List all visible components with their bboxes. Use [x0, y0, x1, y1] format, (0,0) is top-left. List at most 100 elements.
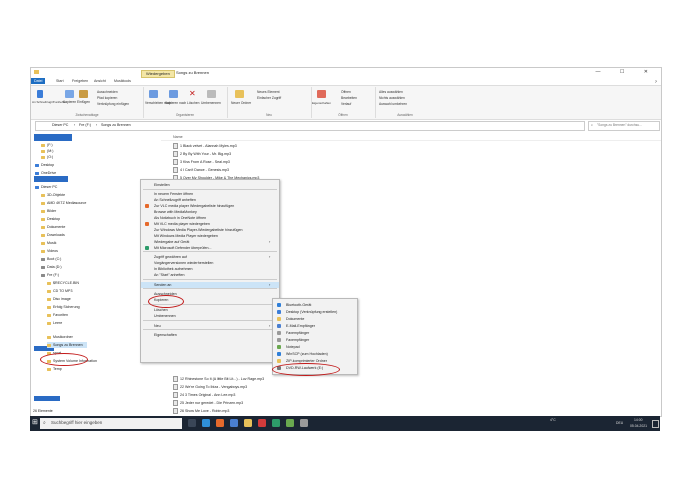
quick-access-toolbar[interactable]	[42, 70, 62, 74]
context-menu-item[interactable]: Eigenschaften	[141, 332, 274, 338]
tray-language[interactable]: DEU	[616, 421, 623, 425]
nav-item[interactable]: Desktop	[41, 216, 64, 222]
file-item[interactable]: 12 Rhinestone So It (A little Bit Lit...…	[173, 376, 264, 383]
app-icon[interactable]	[300, 419, 308, 427]
invert-selection-button[interactable]: Auswahl umkehren	[379, 102, 407, 106]
sendto-menu-item[interactable]: Faxempfänger	[273, 330, 354, 336]
copy-to-button[interactable]: Kopieren nach	[165, 101, 186, 105]
nav-item[interactable]: Fre (F:)	[41, 272, 63, 278]
nav-item[interactable]: (O:)	[41, 154, 57, 160]
help-icon[interactable]: ?	[655, 79, 657, 84]
properties-button[interactable]: Eigenschaften	[312, 101, 331, 105]
tab-musiktools[interactable]: Musiktools	[111, 78, 134, 84]
nav-item[interactable]: Bilder	[41, 208, 60, 214]
file-item[interactable]: 24 3 Times Original - Ann Lee.mp3	[173, 392, 235, 399]
file-item[interactable]: 4 I Can't Dance - Genesis.mp3	[173, 167, 229, 174]
rename-button[interactable]: Umbenennen	[201, 101, 221, 105]
sendto-menu-item[interactable]: E-Mail-Empfänger	[273, 323, 354, 329]
sendto-menu-item[interactable]: Faxempfänger	[273, 337, 354, 343]
cut-button[interactable]: Ausschneiden	[97, 90, 118, 94]
nav-item[interactable]: Videos	[41, 248, 62, 254]
pin-quick-access-button[interactable]: An Schnellzugriff anheften	[32, 100, 67, 104]
nav-item[interactable]: OneDrive	[35, 170, 60, 176]
select-none-button[interactable]: Nichts auswählen	[379, 96, 405, 100]
select-all-button[interactable]: Alles auswählen	[379, 90, 403, 94]
tab-datei[interactable]: Datei	[31, 78, 46, 84]
breadcrumb-songs[interactable]: Songs zu Brennen	[101, 123, 131, 128]
file-item[interactable]: 25 Jeder nur geredet - Die Prinzen.mp3	[173, 400, 243, 407]
windows-start-icon[interactable]: ⊞	[32, 419, 39, 427]
file-name: 1 Black velvet - Alannah Myles.mp3	[180, 144, 237, 148]
tab-start[interactable]: Start	[53, 78, 67, 84]
nav-item[interactable]: Musik	[41, 240, 60, 246]
nav-item[interactable]: Data (D:)	[41, 264, 66, 270]
nav-item[interactable]: AMD 4KTZ Mediasource	[41, 200, 90, 206]
nav-item[interactable]: Temp	[47, 366, 66, 372]
group-select: Alles auswählen Nichts auswählen Auswahl…	[375, 87, 435, 118]
nav-item[interactable]: Disc image	[47, 296, 75, 302]
copy-path-button[interactable]: Pfad kopieren	[97, 96, 117, 100]
nav-item[interactable]: Leere	[47, 320, 66, 326]
new-item-button[interactable]: Neues Element	[257, 90, 280, 94]
nav-item[interactable]: Favoriten	[47, 312, 72, 318]
nav-item[interactable]: Boot (C:)	[41, 256, 65, 262]
nav-item[interactable]: 3D-Objekte	[41, 192, 69, 198]
easy-access-button[interactable]: Einfacher Zugriff	[257, 96, 281, 100]
paste-link-button[interactable]: Verknüpfung einfügen	[97, 102, 129, 106]
sendto-menu-item[interactable]: Notepad	[273, 344, 354, 350]
paste-button[interactable]: Einfügen	[77, 100, 90, 104]
sendto-menu-item[interactable]: Bluetooth-Gerät	[273, 302, 354, 308]
open-button[interactable]: Öffnen	[341, 90, 351, 94]
nav-item[interactable]: Dieser PC	[35, 184, 61, 190]
delete-button[interactable]: Löschen	[187, 101, 199, 105]
folder-icon	[41, 225, 45, 229]
context-tab-wiedergeben[interactable]: Wiedergeben	[141, 70, 175, 78]
copy-button[interactable]: Kopieren	[63, 100, 76, 104]
edge-icon[interactable]	[202, 419, 210, 427]
nav-item[interactable]: Dokumente	[41, 224, 69, 230]
context-menu-item[interactable]: Umbenennen	[141, 313, 274, 319]
nav-item[interactable]: CD TO MP3	[47, 288, 76, 294]
folder-icon	[47, 281, 51, 285]
task-view-icon[interactable]	[188, 419, 196, 427]
history-button[interactable]: Verlauf	[341, 102, 351, 106]
tab-freigeben[interactable]: Freigeben	[69, 78, 91, 84]
breadcrumb-drive-f[interactable]: Fre (F:)	[79, 123, 91, 128]
tray-weather[interactable]: 4°C	[550, 418, 556, 422]
mail-icon[interactable]	[258, 419, 266, 427]
file-item[interactable]: 1 Black velvet - Alannah Myles.mp3	[173, 143, 237, 150]
firefox-icon[interactable]	[216, 419, 224, 427]
bluetooth-icon	[277, 303, 281, 307]
breadcrumb-dieser-pc[interactable]: Dieser PC	[52, 123, 68, 128]
app-icon[interactable]	[272, 419, 280, 427]
edit-button[interactable]: Bearbeiten	[341, 96, 357, 100]
nav-item[interactable]: Erfolg Sicherung	[47, 304, 84, 310]
tray-date[interactable]: 05.04.2021	[630, 424, 647, 428]
sendto-menu-item[interactable]: WinSCP (zum Hochladen)	[273, 351, 354, 357]
window-controls[interactable]: — ☐ ✕	[596, 70, 657, 75]
nav-item[interactable]: Songs zu Brennen	[47, 342, 87, 348]
search-box[interactable]: ⌕ "Songs zu Brennen" durchsu...	[588, 121, 660, 131]
store-icon[interactable]	[230, 419, 238, 427]
context-menu-item[interactable]: Einstellen	[141, 182, 274, 188]
taskbar-search[interactable]: ⌕ Suchbegriff hier eingeben	[40, 418, 182, 429]
context-menu-item[interactable]: An "Start" anheften	[141, 272, 274, 278]
nav-item[interactable]: Musikordner	[47, 334, 77, 340]
file-explorer-icon[interactable]	[244, 419, 252, 427]
tab-ansicht[interactable]: Ansicht	[91, 78, 109, 84]
notification-icon[interactable]	[652, 420, 659, 428]
tray-time[interactable]: 14:00	[634, 418, 643, 422]
file-item[interactable]: 3 Kiss From A Rose - Seal.mp3	[173, 159, 230, 166]
app-icon[interactable]	[286, 419, 294, 427]
nav-item[interactable]: $RECYCLE.BIN	[47, 280, 83, 286]
sendto-menu-label: WinSCP (zum Hochladen)	[286, 352, 328, 356]
file-item[interactable]: 22 We're Going To Ibiza - Vengaboys.mp3	[173, 384, 247, 391]
address-bar[interactable]: Dieser PC › Fre (F:) › Songs zu Brennen	[35, 121, 585, 131]
nav-item[interactable]: Desktop	[35, 162, 58, 168]
new-folder-button[interactable]: Neuer Ordner	[231, 101, 251, 105]
navigation-pane: (F:) (M:) (O:) Desktop OneDrive Dieser PC 3D-O…	[31, 134, 139, 412]
file-item[interactable]: 2 By By With Your - Mr. Big.mp3	[173, 151, 231, 158]
sendto-menu-item[interactable]: Desktop (Verknüpfung erstellen)	[273, 309, 354, 315]
nav-item[interactable]: Downloads	[41, 232, 69, 238]
sendto-menu-item[interactable]: Dokumente	[273, 316, 354, 322]
